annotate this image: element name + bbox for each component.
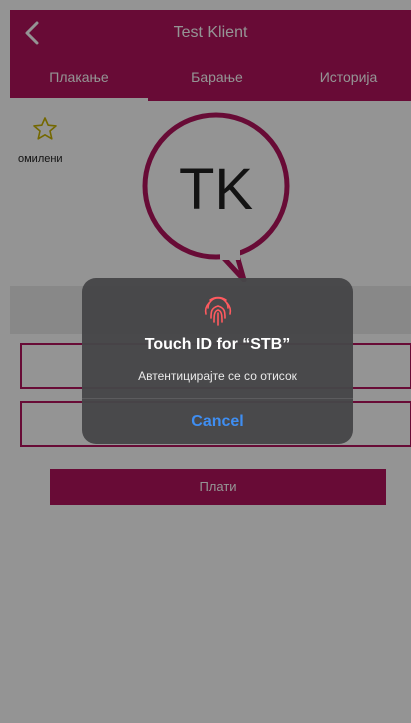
alert-message: Автентицирајте се со отисок <box>138 369 297 383</box>
touch-id-alert: Touch ID for “STB” Автентицирајте се со … <box>82 278 353 444</box>
fingerprint-icon <box>204 296 232 326</box>
alert-title: Touch ID for “STB” <box>144 336 291 353</box>
cancel-button[interactable]: Cancel <box>82 399 353 444</box>
